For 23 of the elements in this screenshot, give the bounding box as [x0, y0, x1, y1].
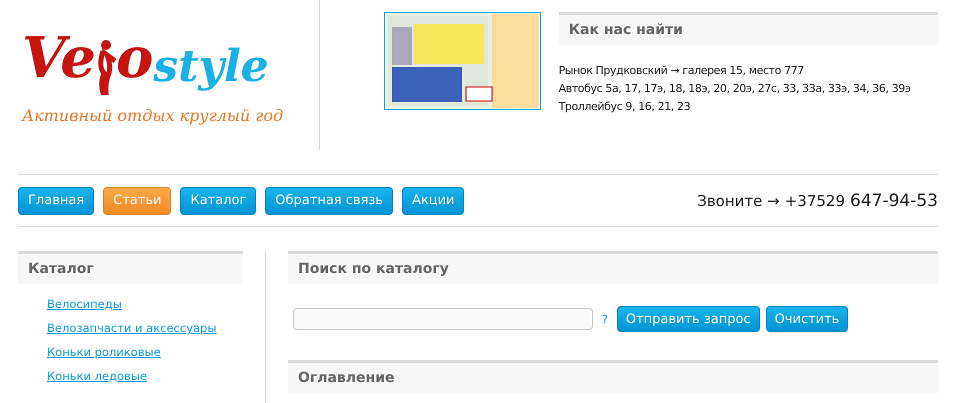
- section-heading: Поиск по каталогу: [288, 251, 938, 284]
- nav-tab[interactable]: Главная: [18, 186, 94, 214]
- section-heading: Оглавление: [288, 360, 938, 393]
- help-link[interactable]: ?: [602, 312, 608, 326]
- catalog-link[interactable]: Велосипеды: [47, 297, 243, 311]
- section-heading: Каталог: [18, 251, 243, 284]
- catalog-link[interactable]: Велозапчасти и аксессуары: [47, 321, 243, 335]
- search-button[interactable]: Отправить запрос: [616, 306, 760, 332]
- search-button[interactable]: Очистить: [766, 306, 848, 332]
- catalog-link[interactable]: Коньки ледовые: [47, 369, 243, 383]
- section-heading: Как нас найти: [558, 12, 938, 45]
- address-line: Автобус 5а, 17, 17э, 18, 18э, 20, 20э, 27с, 33, 33а, 33э, 34, 36, 39э: [558, 81, 911, 97]
- logo: Ve ostyle: [18, 22, 277, 102]
- phone-number: Звоните → +37529 647-94-53: [697, 190, 938, 210]
- address-line: Рынок Прудковский → галерея 15, место 777: [558, 63, 804, 79]
- nav-tab[interactable]: Обратная связь: [265, 186, 393, 214]
- nav-tab[interactable]: Статьи: [103, 186, 172, 214]
- nav-tab[interactable]: Акции: [402, 186, 464, 214]
- logo-tagline: Активный отдых круглый год: [20, 105, 284, 128]
- address-line: Троллейбус 9, 16, 21, 23: [558, 99, 690, 115]
- nav-tab[interactable]: Каталог: [180, 186, 256, 214]
- search-field[interactable]: [293, 308, 593, 330]
- catalog-link[interactable]: Коньки роликовые: [47, 345, 243, 359]
